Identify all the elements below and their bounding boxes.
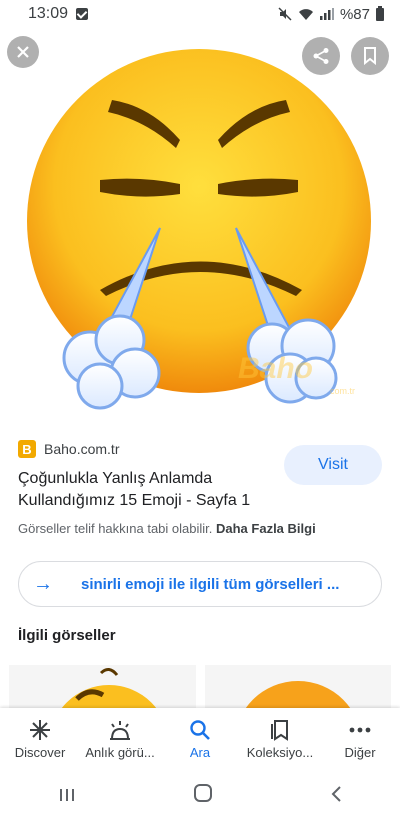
nav-discover[interactable]: Discover [0,708,80,770]
wifi-icon [298,8,313,20]
angry-emoji-image: Baho com.tr [27,49,371,410]
nav-label: Diğer [344,744,376,760]
visit-button[interactable]: Visit [284,445,382,485]
nav-label: Koleksiyo... [246,744,314,760]
result-title[interactable]: Çoğunlukla Yanlış Anlamda Kullandığımız … [18,468,278,512]
related-image-thumbnail[interactable] [205,665,391,709]
back-icon[interactable] [330,783,342,809]
bookmark-icon [364,47,376,65]
share-icon [313,48,329,64]
status-bar: 13:09 %87 [0,0,400,28]
status-time: 13:09 [28,5,69,22]
signal-icon [319,8,334,20]
site-favicon: B [18,440,36,458]
source-domain: Baho.com.tr [44,441,120,457]
related-image-thumbnail[interactable] [9,665,196,709]
all-images-button[interactable]: → sinirli emoji ile ilgili tüm görseller… [18,561,382,607]
nav-label: Discover [14,744,66,760]
more-icon [349,719,371,741]
more-info-link[interactable]: Daha Fazla Bilgi [216,521,316,536]
notification-check-icon [76,8,89,20]
copyright-text: Görseller telif hakkına tabi olabilir. [18,521,213,536]
all-images-label: sinirli emoji ile ilgili tüm görselleri … [81,575,340,593]
system-navigation-bar [0,770,400,822]
collections-icon [270,719,290,741]
battery-percent: %87 [339,5,370,23]
image-viewer[interactable]: Baho com.tr [0,28,400,426]
nav-search[interactable]: Ara [160,708,240,770]
share-button[interactable] [302,37,340,75]
related-images-heading: İlgili görseller [18,627,116,644]
nav-label: Ara [189,744,211,760]
recent-apps-icon[interactable] [58,783,76,809]
asterisk-icon [29,719,51,741]
watermark-sub-text: com.tr [330,386,355,396]
mute-icon [278,7,292,21]
related-emoji-image [205,665,391,709]
nav-updates[interactable]: Anlık görü... [80,708,160,770]
copyright-notice: Görseller telif hakkına tabi olabilir. D… [18,521,316,536]
watermark-text: Baho [238,352,313,385]
updates-icon [108,719,132,741]
close-icon [17,46,29,58]
bottom-navigation: Discover Anlık görü... Ara Koleksiyo... … [0,708,400,770]
nav-collections[interactable]: Koleksiyo... [240,708,320,770]
related-emoji-image [9,665,196,709]
arrow-right-icon: → [33,572,53,595]
bookmark-button[interactable] [351,37,389,75]
nav-more[interactable]: Diğer [320,708,400,770]
home-icon[interactable] [193,783,213,809]
result-source[interactable]: B Baho.com.tr [18,440,119,458]
nav-label: Anlık görü... [85,744,155,760]
battery-icon [376,5,384,21]
close-button[interactable] [7,36,39,68]
search-icon [189,719,211,741]
